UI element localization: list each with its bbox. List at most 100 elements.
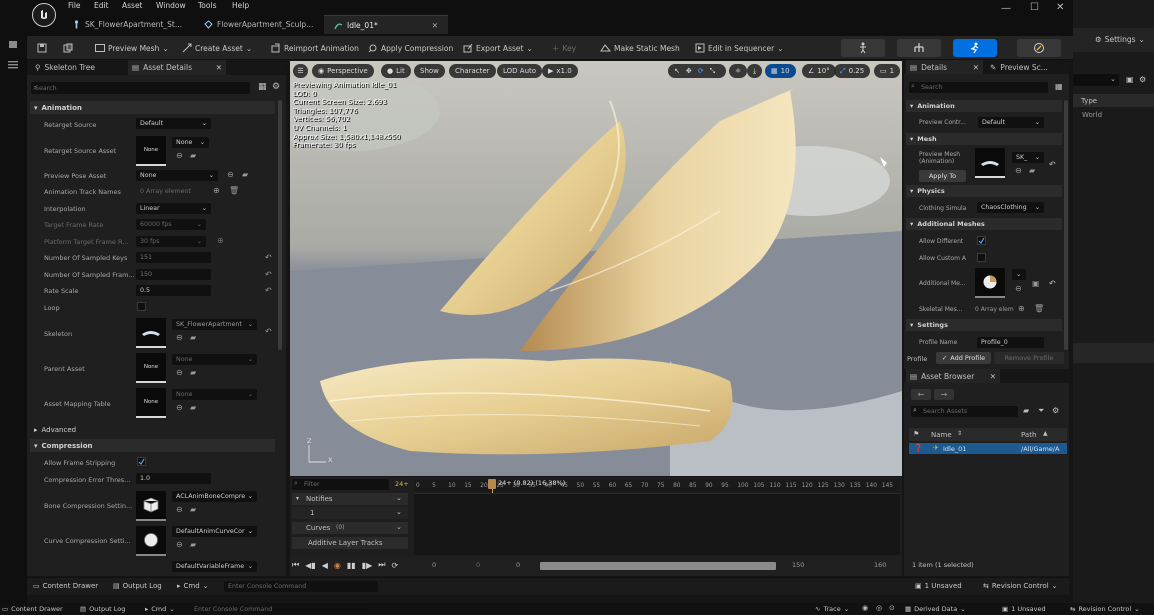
- rotate-icon[interactable]: ⟳: [698, 67, 704, 75]
- compression-threshold-input[interactable]: 1.0: [136, 473, 211, 484]
- camera-speed-button[interactable]: ▭ 1: [874, 64, 901, 78]
- close-icon[interactable]: ✕: [216, 63, 222, 72]
- pause-icon[interactable]: ▮▮: [347, 561, 356, 570]
- preview-mesh-thumbnail[interactable]: [975, 148, 1005, 178]
- browse-folder-icon[interactable]: ▰: [1029, 166, 1035, 175]
- remove-profile-button[interactable]: Remove Profile: [994, 352, 1064, 364]
- cmd-button[interactable]: ▸ Cmd ⌄: [177, 582, 209, 590]
- close-window-icon[interactable]: ✕: [1056, 2, 1064, 13]
- preview-mesh-dropdown[interactable]: SK_ ⌄: [1012, 152, 1044, 163]
- section-mesh[interactable]: ▾ Mesh: [906, 133, 1062, 145]
- use-selected-icon[interactable]: ⊖: [176, 151, 183, 160]
- show-button[interactable]: Show: [414, 64, 445, 78]
- world-item[interactable]: World: [1082, 111, 1102, 119]
- browse-folder-icon[interactable]: ▰: [190, 333, 196, 342]
- additional-mesh-thumbnail[interactable]: [975, 268, 1005, 298]
- section-additional-meshes[interactable]: ▾ Additional Meshes: [906, 218, 1062, 230]
- settings-button[interactable]: ⚙ Settings ⌄: [1095, 35, 1145, 44]
- rate-scale-input[interactable]: 0.5: [136, 285, 211, 296]
- create-asset-button[interactable]: Create Asset ⌄: [182, 36, 252, 60]
- reset-icon[interactable]: ↶: [265, 327, 272, 336]
- settings-icon[interactable]: ⚙: [1052, 406, 1059, 415]
- surface-snap-button[interactable]: ⤓: [747, 64, 763, 78]
- track-area[interactable]: [414, 493, 900, 555]
- rotation-snap-button[interactable]: ∠ 10°: [802, 64, 836, 78]
- revision-control-button[interactable]: ⇆ Revision Control ⌄: [1070, 605, 1140, 613]
- grid-view-icon[interactable]: ▦: [258, 82, 267, 92]
- unsaved-button[interactable]: ▣ 1 Unsaved: [1002, 605, 1046, 613]
- loop-icon[interactable]: ⟳: [391, 561, 398, 570]
- grid-view-icon[interactable]: ▦: [1055, 82, 1063, 91]
- scrollbar[interactable]: [1064, 100, 1068, 350]
- add-icon[interactable]: ⊕: [217, 236, 224, 245]
- section-advanced[interactable]: ▸ Advanced: [30, 423, 275, 436]
- allow-frame-stripping-checkbox[interactable]: [137, 457, 146, 466]
- close-icon[interactable]: ✕: [973, 63, 979, 72]
- use-selected-icon[interactable]: ⊖: [227, 170, 234, 179]
- scale-icon[interactable]: ⤡: [710, 67, 716, 76]
- reset-icon[interactable]: ↶: [1049, 160, 1056, 169]
- move-icon[interactable]: ✥: [686, 67, 692, 75]
- browse-folder-icon[interactable]: ▰: [242, 170, 248, 179]
- browse-folder-icon[interactable]: ▰: [190, 368, 196, 377]
- step-forward-icon[interactable]: ▮▶: [362, 561, 373, 570]
- console-input[interactable]: Enter Console Command: [224, 581, 378, 592]
- scrollbar[interactable]: [278, 100, 282, 350]
- unsaved-button[interactable]: ▣ 1 Unsaved: [915, 582, 962, 590]
- filter-icon[interactable]: ⏷: [1038, 406, 1044, 416]
- loop-checkbox[interactable]: [137, 302, 146, 311]
- content-drawer-button[interactable]: ▭ Content Drawer: [33, 582, 98, 590]
- record-icon[interactable]: ◉: [862, 604, 868, 612]
- tab-skeleton-tree[interactable]: ⚲ Skeleton Tree: [31, 60, 127, 75]
- mesh-mode-button[interactable]: [897, 39, 941, 57]
- settings-small-icon[interactable]: ⚙: [1139, 75, 1146, 84]
- skip-start-icon[interactable]: ⏮: [292, 560, 299, 570]
- close-icon[interactable]: ✕: [990, 372, 996, 381]
- tag-column-icon[interactable]: ⚑: [913, 430, 919, 438]
- revision-control-button[interactable]: ⇆ Revision Control ⌄: [983, 582, 1058, 590]
- use-selected-icon[interactable]: ⊖: [1015, 166, 1022, 175]
- interpolation-dropdown[interactable]: Linear ⌄: [136, 203, 211, 214]
- menu-file[interactable]: File: [68, 1, 81, 10]
- cmd-button[interactable]: ▸ Cmd ⌄: [145, 605, 175, 613]
- section-settings[interactable]: ▾ Settings: [906, 319, 1062, 331]
- section-compression[interactable]: ▾ Compression: [30, 439, 275, 452]
- menu-asset[interactable]: Asset: [122, 1, 143, 10]
- tab-skeletal-mesh[interactable]: SK_FlowerApartment_St...: [62, 15, 194, 34]
- console-input[interactable]: Enter Console Command: [190, 604, 373, 614]
- mapping-table-thumbnail[interactable]: None: [136, 388, 166, 418]
- browse-folder-icon[interactable]: ▰: [190, 403, 196, 412]
- mapping-table-dropdown[interactable]: None ⌄: [172, 389, 257, 400]
- browse-folder-icon[interactable]: ▰: [190, 540, 196, 549]
- preview-mesh-button[interactable]: Preview Mesh ⌄: [95, 36, 169, 60]
- timeline-filter-input[interactable]: Filter: [292, 479, 389, 490]
- camera-icon[interactable]: ◎: [876, 604, 882, 612]
- notify-track-1[interactable]: 1 ⌄: [292, 507, 408, 519]
- name-column-header[interactable]: Name: [931, 431, 952, 439]
- unreal-logo-icon[interactable]: [32, 3, 56, 27]
- menu-icon[interactable]: [6, 58, 20, 70]
- reset-icon[interactable]: ↶: [265, 270, 272, 279]
- curve-compression-thumbnail[interactable]: [136, 526, 166, 556]
- settings-icon[interactable]: ⚙: [272, 82, 280, 92]
- reset-icon[interactable]: ↶: [1049, 279, 1056, 288]
- viewport-menu-button[interactable]: ☰: [293, 64, 308, 78]
- play-reverse-icon[interactable]: ◀: [322, 561, 328, 570]
- tab-sculpt[interactable]: FlowerApartment_Sculp...: [194, 15, 324, 34]
- use-selected-icon[interactable]: ⊖: [176, 368, 183, 377]
- browse-icon[interactable]: [63, 36, 73, 60]
- folder-icon[interactable]: ▰: [1023, 406, 1029, 415]
- select-icon[interactable]: ↖: [674, 67, 680, 75]
- key-button[interactable]: ＋ Key: [552, 36, 576, 60]
- skeleton-mode-button[interactable]: [841, 39, 885, 57]
- grid-snap-button[interactable]: ▦ 10: [765, 64, 796, 78]
- reimport-button[interactable]: Reimport Animation: [271, 36, 359, 60]
- skeleton-dropdown[interactable]: SK_FlowerApartment ⌄: [172, 319, 257, 330]
- add-element-icon[interactable]: ⊕: [1018, 304, 1025, 313]
- playback-speed-button[interactable]: ▶ x1.0: [542, 64, 578, 78]
- make-static-mesh-button[interactable]: Make Static Mesh: [600, 36, 680, 60]
- reset-icon[interactable]: ↶: [265, 286, 272, 295]
- world-local-button[interactable]: ⚛: [729, 64, 748, 78]
- parent-asset-dropdown[interactable]: None ⌄: [172, 354, 257, 365]
- tab-preview-scene[interactable]: ✎ Preview Sc...: [986, 60, 1066, 74]
